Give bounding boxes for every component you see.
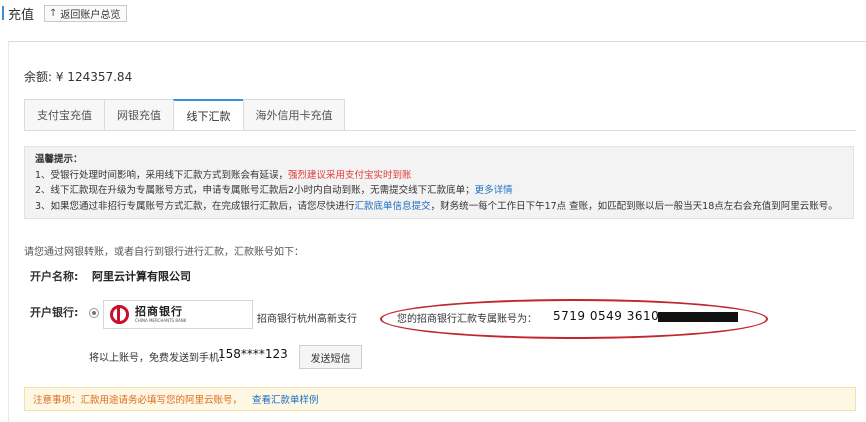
notice-bar: 注意事项：汇款用途请务必填写您的阿里云账号， 查看汇款单样例	[24, 387, 856, 411]
tab-divider	[24, 130, 856, 131]
back-button-label: 返回账户总览	[60, 10, 121, 21]
bank-label: 开户银行:	[30, 306, 79, 319]
balance-text: 余额: ¥ 124357.84	[24, 70, 133, 84]
bank-branch: 招商银行杭州高新支行	[257, 314, 357, 325]
bank-logo-en: CHINA MERCHANTS BANK	[135, 318, 187, 323]
tab-label: 支付宝充值	[37, 109, 92, 122]
view-sample-link[interactable]: 查看汇款单样例	[252, 392, 319, 406]
notice-text: 注意事项：汇款用途请务必填写您的阿里云账号，	[33, 395, 243, 406]
header-bar: 充值 ↑ 返回账户总览	[0, 0, 866, 30]
tips-line-3-text-a: 3、如果您通过非招行专属账号方式汇款，在完成银行汇款后，请您尽快进行	[35, 200, 355, 212]
recharge-tabs: 支付宝充值 网银充值 线下汇款 海外信用卡充值	[24, 99, 345, 131]
bank-radio[interactable]	[89, 308, 99, 318]
account-name-value: 阿里云计算有限公司	[92, 270, 191, 283]
tab-label: 线下汇款	[186, 109, 231, 123]
tips-line-2: 2、线下汇款现在升级为专属账号方式，申请专属账号汇款后2小时内自动到账，无需提交…	[35, 183, 843, 199]
tab-offline-transfer[interactable]: 线下汇款	[173, 99, 243, 131]
back-to-overview-button[interactable]: ↑ 返回账户总览	[44, 5, 128, 22]
tips-line-1-highlight: 强烈建议采用支付宝实时到账	[288, 169, 412, 181]
intro-text: 请您通过网银转账，或者自行到银行进行汇款，汇款账号如下：	[24, 247, 304, 258]
send-sms-button[interactable]: 发送短信	[299, 345, 362, 369]
tips-line-3: 3、如果您通过非招行专属账号方式汇款，在完成银行汇款后，请您尽快进行汇款底单信息…	[35, 199, 843, 215]
cmb-logo-icon	[110, 305, 129, 324]
tips-box: 温馨提示： 1、受银行处理时间影响，采用线下汇款方式到账会有延误，强烈建议采用支…	[24, 146, 854, 219]
page-title: 充值	[8, 8, 35, 23]
phone-number: 158****123	[218, 347, 288, 361]
more-details-link[interactable]: 更多详情	[475, 185, 513, 196]
tab-alipay[interactable]: 支付宝充值	[24, 99, 104, 131]
tab-label: 海外信用卡充值	[255, 109, 333, 122]
title-accent	[2, 6, 4, 20]
tips-line-1-text: 1、受银行处理时间影响，采用线下汇款方式到账会有延误，	[35, 169, 289, 181]
account-name-label: 开户名称:	[30, 270, 79, 283]
highlight-ellipse	[380, 299, 768, 339]
bank-logo: 招商银行 CHINA MERCHANTS BANK	[103, 300, 253, 329]
tab-label: 网银充值	[117, 109, 161, 122]
sms-text: 将以上账号，免费发送到手机：	[89, 353, 229, 364]
bank-logo-cn: 招商银行	[135, 305, 183, 318]
tab-overseas-credit-card[interactable]: 海外信用卡充值	[243, 99, 345, 131]
submit-remittance-info-link[interactable]: 汇款底单信息提交	[355, 201, 431, 212]
tips-line-1: 1、受银行处理时间影响，采用线下汇款方式到账会有延误，强烈建议采用支付宝实时到账	[35, 168, 843, 184]
arrow-up-icon: ↑	[49, 8, 58, 19]
tips-line-3-text-b: ，财务统一每个工作日下午17点 查账，如匹配到账以后一般当天18点左右会充值到阿…	[430, 200, 838, 212]
bank-logo-text: 招商银行 CHINA MERCHANTS BANK	[135, 305, 187, 324]
tab-online-banking[interactable]: 网银充值	[104, 99, 173, 131]
tips-heading: 温馨提示：	[35, 154, 83, 165]
tips-line-2-text: 2、线下汇款现在升级为专属账号方式，申请专属账号汇款后2小时内自动到账，无需提交…	[35, 185, 475, 196]
